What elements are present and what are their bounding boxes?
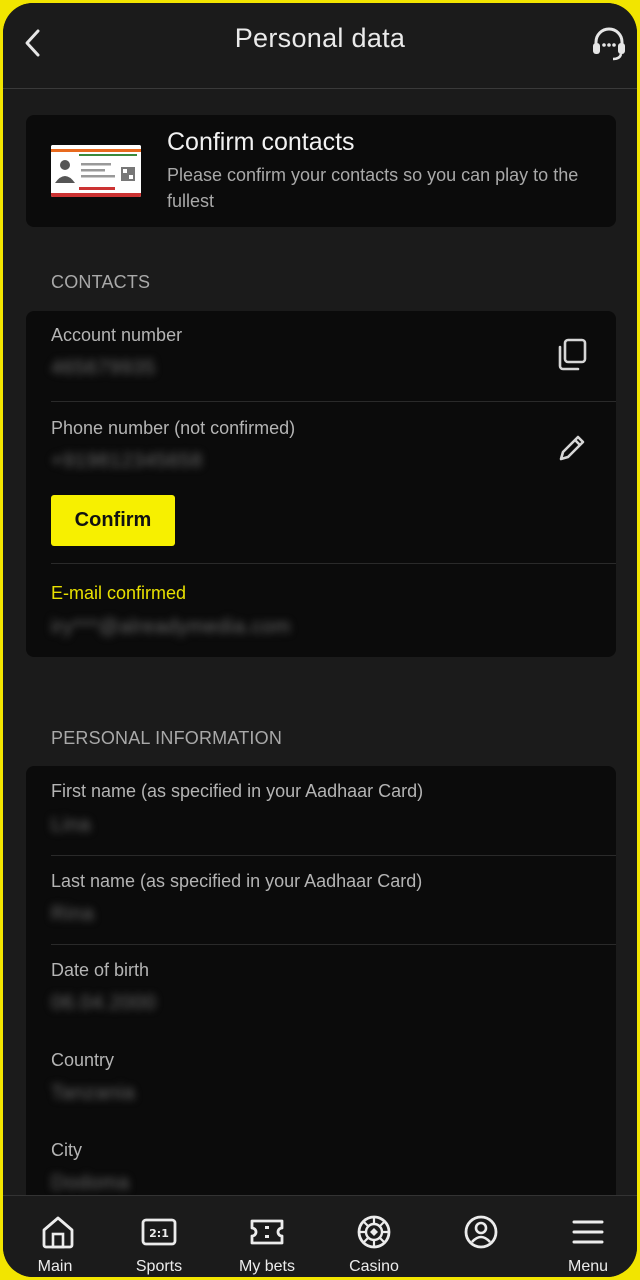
nav-label: Casino xyxy=(349,1258,399,1275)
nav-label: Main xyxy=(37,1258,73,1275)
page-title: Personal data xyxy=(234,23,406,53)
app-screen: Personal data Confirm contacts Please co… xyxy=(3,3,637,1277)
headset-icon xyxy=(593,27,625,61)
country-row: Country Tanzania xyxy=(26,1035,616,1125)
copy-button[interactable] xyxy=(554,337,590,373)
banner-text: Please confirm your contacts so you can … xyxy=(167,165,579,211)
personal-section-title: PERSONAL INFORMATION xyxy=(51,728,283,748)
ticket-icon xyxy=(247,1214,287,1250)
scroll-content[interactable]: Confirm contacts Please confirm your con… xyxy=(3,90,637,1196)
nav-casino[interactable]: Casino xyxy=(320,1196,428,1277)
first-name-label: First name (as specified in your Aadhaar… xyxy=(51,781,424,801)
nav-main[interactable]: Main xyxy=(4,1196,112,1277)
nav-label: My bets xyxy=(238,1258,295,1275)
nav-menu[interactable]: Menu xyxy=(534,1196,637,1277)
nav-label: Sports xyxy=(135,1258,183,1275)
last-name-value: Rina xyxy=(51,903,95,925)
nav-label: Menu xyxy=(567,1258,609,1275)
last-name-row: Last name (as specified in your Aadhaar … xyxy=(26,856,616,945)
confirm-contacts-banner[interactable]: Confirm contacts Please confirm your con… xyxy=(26,115,616,227)
country-value: Tanzania xyxy=(51,1082,136,1104)
nav-sports[interactable]: 2:1 Sports xyxy=(105,1196,213,1277)
phone-number-value: +919812345658 xyxy=(51,450,203,472)
svg-text:2:1: 2:1 xyxy=(149,1227,169,1240)
country-label: Country xyxy=(51,1050,115,1070)
email-status-label: E-mail confirmed xyxy=(51,583,187,603)
first-name-value: Lina xyxy=(51,814,91,836)
city-row: City Dodoma xyxy=(26,1125,616,1196)
pencil-icon xyxy=(559,435,585,461)
account-number-label: Account number xyxy=(51,325,183,345)
personal-info-card: First name (as specified in your Aadhaar… xyxy=(26,766,616,1196)
date-of-birth-label: Date of birth xyxy=(51,960,150,980)
account-number-row: Account number 465679935 xyxy=(26,311,616,401)
contacts-card: Account number 465679935 Phone number (n… xyxy=(26,311,616,657)
contacts-section-title: CONTACTS xyxy=(51,272,151,292)
last-name-label: Last name (as specified in your Aadhaar … xyxy=(51,871,423,891)
scoreboard-icon: 2:1 xyxy=(139,1214,179,1250)
edit-phone-button[interactable] xyxy=(554,430,590,466)
email-value: iry***@alreadymedia.com xyxy=(51,616,291,638)
phone-number-label: Phone number (not confirmed) xyxy=(51,418,296,438)
banner-title: Confirm contacts xyxy=(167,128,355,156)
date-of-birth-value: 06.04.2000 xyxy=(51,992,157,1014)
first-name-row: First name (as specified in your Aadhaar… xyxy=(26,766,616,855)
copy-icon xyxy=(558,338,587,371)
phone-number-row: Phone number (not confirmed) +9198123456… xyxy=(26,402,616,562)
home-icon xyxy=(38,1214,78,1250)
chip-icon xyxy=(354,1214,394,1250)
city-value: Dodoma xyxy=(51,1172,130,1194)
email-row: E-mail confirmed iry***@alreadymedia.com xyxy=(26,564,616,657)
date-of-birth-row: Date of birth 06.04.2000 xyxy=(26,945,616,1035)
nav-profile[interactable] xyxy=(427,1196,535,1277)
account-number-value: 465679935 xyxy=(51,357,156,379)
top-bar: Personal data xyxy=(3,3,637,89)
nav-my-bets[interactable]: My bets xyxy=(213,1196,321,1277)
bottom-nav: Main 2:1 Sports My bets Casino Menu xyxy=(3,1195,637,1277)
hamburger-icon xyxy=(568,1214,608,1250)
id-card-icon xyxy=(51,145,141,197)
support-button[interactable] xyxy=(589,23,629,63)
confirm-phone-button[interactable]: Confirm xyxy=(51,495,175,546)
city-label: City xyxy=(51,1140,82,1160)
profile-icon xyxy=(461,1214,501,1250)
